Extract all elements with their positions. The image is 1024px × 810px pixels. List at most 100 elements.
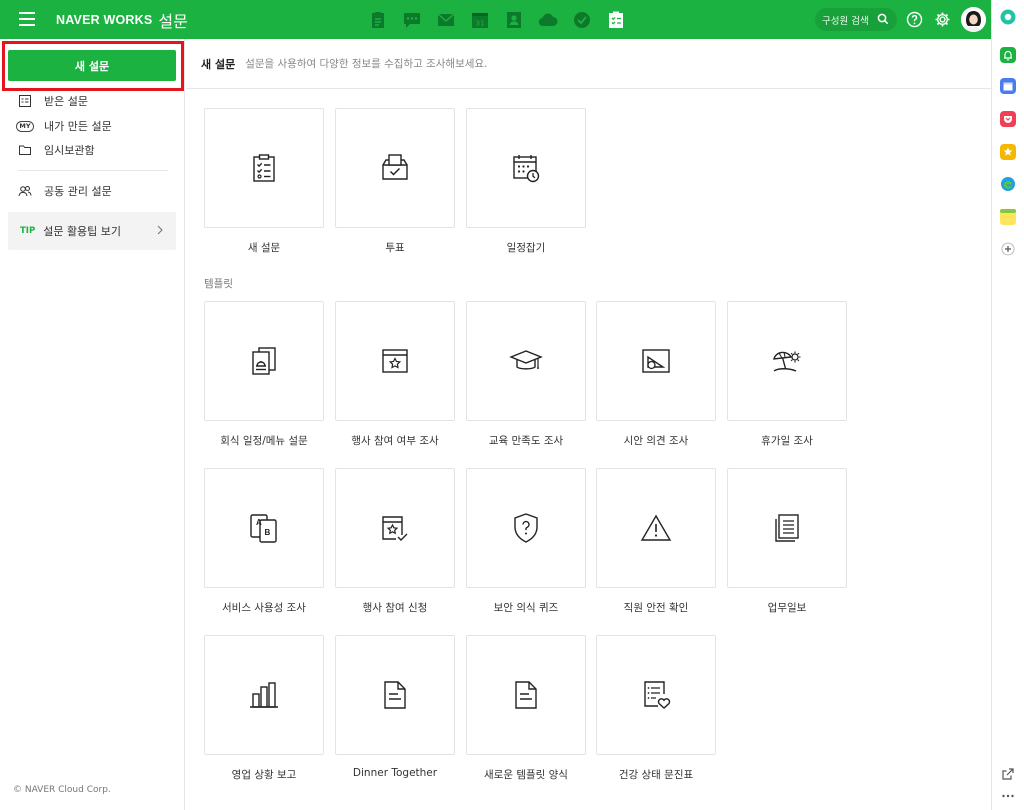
event-check-icon — [382, 516, 408, 541]
card-box[interactable]: AB — [204, 468, 324, 588]
survey-icon[interactable] — [604, 8, 628, 32]
card-label: 휴가일 조사 — [761, 435, 813, 447]
card-box[interactable] — [596, 635, 716, 755]
card-box[interactable] — [466, 468, 586, 588]
event-star-icon — [382, 349, 408, 373]
card-box[interactable] — [466, 301, 586, 421]
member-search[interactable]: 구성원 검색 — [815, 8, 897, 31]
chevron-right-icon — [157, 225, 163, 235]
calendar-icon[interactable]: 31 — [468, 8, 492, 32]
board-icon[interactable] — [366, 8, 390, 32]
brand[interactable]: NAVER WORKS 설문 — [56, 0, 188, 39]
divider — [18, 170, 168, 171]
template-vacation[interactable]: 휴가일 조사 — [727, 301, 847, 448]
sidebar-item-label: 공동 관리 설문 — [44, 185, 112, 198]
template-dinner-together[interactable]: Dinner Together — [335, 635, 455, 779]
sidebar-item-received[interactable]: 받은 설문 — [18, 92, 88, 110]
external-link-icon[interactable] — [1000, 766, 1016, 782]
chat-icon[interactable] — [400, 8, 424, 32]
card-box[interactable] — [335, 468, 455, 588]
brand-logo[interactable]: NAVER WORKS — [56, 13, 152, 27]
memo-icon[interactable] — [1000, 209, 1016, 225]
new-document-icon — [515, 681, 537, 709]
card-box[interactable] — [466, 108, 586, 228]
card-box[interactable] — [204, 301, 324, 421]
report-pages-icon — [775, 514, 799, 542]
warning-icon — [640, 514, 672, 541]
favorites-icon[interactable] — [1000, 144, 1016, 160]
search-icon[interactable] — [877, 13, 889, 25]
more-icon[interactable] — [1000, 788, 1016, 804]
card-box[interactable] — [596, 301, 716, 421]
card-box[interactable] — [335, 635, 455, 755]
help-icon[interactable] — [906, 11, 923, 28]
shared-users-icon — [18, 184, 32, 198]
card-box[interactable] — [335, 108, 455, 228]
template-security-quiz[interactable]: 보안 의식 퀴즈 — [466, 468, 586, 615]
copyright: © NAVER Cloud Corp. — [13, 785, 111, 795]
main-content: 새 설문 설문을 사용하여 다양한 정보를 수집하고 조사해보세요. 새 설문 … — [186, 39, 991, 810]
card-box[interactable] — [204, 108, 324, 228]
card-schedule[interactable]: 일정잡기 — [466, 108, 586, 255]
calendar-widget-icon[interactable] — [1000, 78, 1016, 94]
sidebar-item-label: 받은 설문 — [44, 95, 88, 108]
avatar[interactable] — [961, 7, 986, 32]
templates-heading: 템플릿 — [204, 278, 233, 290]
sidebar-item-label: 임시보관함 — [44, 144, 95, 157]
ab-test-icon: AB — [250, 514, 277, 543]
tip-badge: TIP — [20, 226, 36, 236]
template-daily-report[interactable]: 업무일보 — [727, 468, 847, 615]
calendar-day: 31 — [476, 19, 485, 27]
notification-icon[interactable] — [1000, 47, 1016, 63]
card-label: 회식 일정/메뉴 설문 — [220, 435, 308, 447]
card-box[interactable] — [727, 468, 847, 588]
card-box[interactable] — [466, 635, 586, 755]
contacts-icon[interactable] — [502, 8, 526, 32]
card-label: 행사 참여 신청 — [362, 602, 428, 614]
drive-icon[interactable] — [536, 8, 560, 32]
template-usability[interactable]: AB 서비스 사용성 조사 — [204, 468, 324, 615]
checklist-icon — [253, 154, 275, 182]
template-sales-report[interactable]: 영업 상황 보고 — [204, 635, 324, 782]
card-new-survey[interactable]: 새 설문 — [204, 108, 324, 255]
sidebar-item-my-surveys[interactable]: MY 내가 만든 설문 — [16, 117, 112, 135]
cloche-card-icon — [252, 347, 276, 375]
tip-link[interactable]: TIP 설문 활용팁 보기 — [8, 212, 176, 250]
card-box[interactable] — [596, 468, 716, 588]
template-new-form[interactable]: 새로운 템플릿 양식 — [466, 635, 586, 782]
card-label: Dinner Together — [352, 767, 438, 779]
add-app-icon[interactable] — [1000, 241, 1016, 257]
page-title: 새 설문 — [201, 57, 236, 71]
card-label: 시안 의견 조사 — [623, 435, 689, 447]
menu-icon[interactable] — [19, 12, 35, 26]
health-form-icon — [644, 681, 671, 709]
new-survey-button[interactable]: 새 설문 — [8, 50, 176, 81]
mail-icon[interactable] — [434, 8, 458, 32]
template-training-satisfaction[interactable]: 교육 만족도 조사 — [466, 301, 586, 448]
card-label: 투표 — [385, 242, 405, 254]
card-label: 일정잡기 — [506, 242, 546, 254]
edge-browser-icon[interactable] — [1000, 176, 1016, 192]
card-label: 업무일보 — [767, 602, 807, 614]
right-rail — [991, 0, 1024, 810]
gear-icon[interactable] — [934, 11, 951, 28]
card-box[interactable] — [727, 301, 847, 421]
template-event-attendance[interactable]: 행사 참여 여부 조사 — [335, 301, 455, 448]
template-dinner-menu[interactable]: 회식 일정/메뉴 설문 — [204, 301, 324, 448]
template-event-signup[interactable]: 행사 참여 신청 — [335, 468, 455, 615]
beach-umbrella-icon — [773, 351, 801, 372]
app-name[interactable]: 설문 — [158, 8, 187, 32]
card-box[interactable] — [335, 301, 455, 421]
card-vote[interactable]: 투표 — [335, 108, 455, 255]
sidebar-item-shared[interactable]: 공동 관리 설문 — [18, 182, 112, 200]
page-description: 설문을 사용하여 다양한 정보를 수집하고 조사해보세요. — [245, 58, 488, 70]
task-icon[interactable] — [570, 8, 594, 32]
template-safety-check[interactable]: 직원 안전 확인 — [596, 468, 716, 615]
card-label: 새로운 템플릿 양식 — [484, 769, 568, 781]
online-status-icon[interactable] — [1000, 9, 1016, 25]
sidebar-item-drafts[interactable]: 임시보관함 — [18, 141, 95, 159]
template-health-questionnaire[interactable]: 건강 상태 문진표 — [596, 635, 716, 782]
card-box[interactable] — [204, 635, 324, 755]
template-design-feedback[interactable]: 시안 의견 조사 — [596, 301, 716, 448]
pocket-icon[interactable] — [1000, 111, 1016, 127]
